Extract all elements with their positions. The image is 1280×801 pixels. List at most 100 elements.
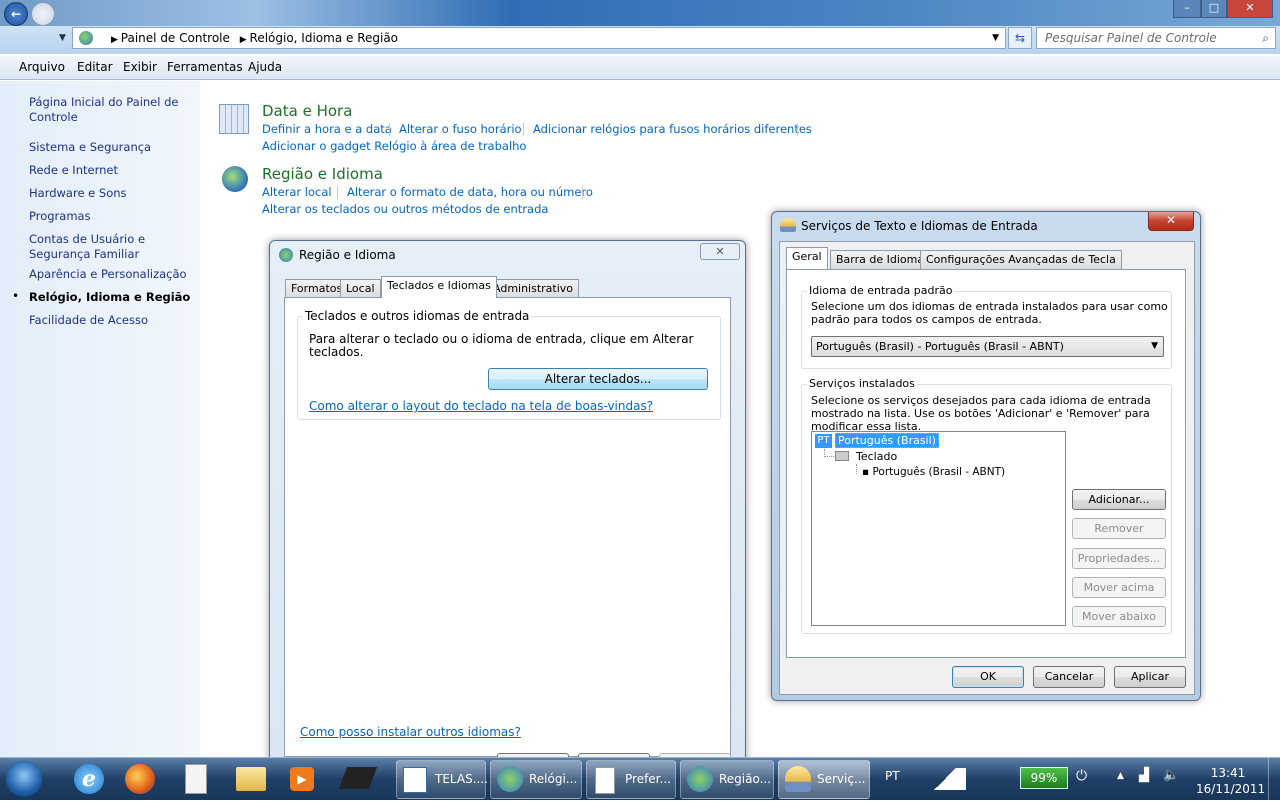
taskbar-label: Relógi... <box>529 772 578 786</box>
word-icon <box>403 767 427 793</box>
taskbar-item-regiao[interactable]: Região... <box>680 760 774 799</box>
language-badge: PT <box>815 434 832 448</box>
calendar-clock-icon <box>219 104 249 134</box>
apply-button[interactable]: Aplicar <box>1114 666 1186 688</box>
layout-label: Português (Brasil - ABNT) <box>872 466 1006 478</box>
welcome-screen-link[interactable]: Como alterar o layout do teclado na tela… <box>309 399 653 413</box>
tab-geral[interactable]: Geral <box>786 247 828 269</box>
document-icon[interactable] <box>185 764 207 794</box>
window-titlebar <box>0 0 1280 26</box>
internet-explorer-icon[interactable]: e <box>74 764 104 794</box>
region-language-heading[interactable]: Região e Idioma <box>262 165 383 183</box>
address-bar[interactable]: ▶ Painel de Controle ▶ Relógio, Idioma e… <box>72 27 1006 49</box>
properties-button[interactable]: Propriedades... <box>1072 548 1166 569</box>
cancel-button[interactable]: Cancelar <box>1033 666 1105 688</box>
add-clocks-link[interactable]: Adicionar relógios para fusos horários d… <box>533 122 812 136</box>
sidebar-item-user-accounts[interactable]: Contas de Usuário e Segurança Familiar <box>29 232 199 262</box>
move-up-button[interactable]: Mover acima <box>1072 577 1166 598</box>
show-desktop-button[interactable] <box>1268 758 1280 801</box>
maximize-button[interactable]: □ <box>1201 0 1227 18</box>
remove-button[interactable]: Remover <box>1072 518 1166 539</box>
close-icon: ✕ <box>715 245 725 258</box>
taskbar-item-preferencias[interactable]: Prefer... <box>586 760 676 799</box>
default-language-select[interactable]: Português (Brasil) - Português (Brasil -… <box>811 336 1164 357</box>
sidebar-item-appearance[interactable]: Aparência e Personalização <box>29 267 199 282</box>
breadcrumb-clock-region[interactable]: Relógio, Idioma e Região <box>250 31 399 45</box>
keyboard-balloon-icon <box>780 218 796 232</box>
region-language-dialog: Região e Idioma ✕ Formatos Local Teclado… <box>269 240 746 775</box>
change-timezone-link[interactable]: Alterar o fuso horário <box>399 122 522 136</box>
address-dropdown-icon[interactable]: ▼ <box>992 28 999 48</box>
minimize-button[interactable]: – <box>1173 0 1201 18</box>
volume-icon[interactable]: 🔈 <box>1163 768 1179 783</box>
change-keyboards-button[interactable]: Alterar teclados... <box>488 368 708 390</box>
language-indicator[interactable]: PT <box>885 769 900 783</box>
taskbar-item-relogio[interactable]: Relógi... <box>490 760 582 799</box>
sidebar-item-home[interactable]: Página Inicial do Painel de Controle <box>29 95 199 125</box>
globe-icon <box>279 248 293 262</box>
tree-item-category[interactable]: Teclado <box>856 450 897 463</box>
menu-arquivo[interactable]: Arquivo <box>19 60 65 74</box>
refresh-button[interactable]: ⇆ <box>1008 27 1032 49</box>
sidebar-item-network[interactable]: Rede e Internet <box>29 163 199 178</box>
close-button[interactable]: ✕ <box>1148 212 1194 231</box>
ok-button[interactable]: OK <box>952 666 1024 688</box>
search-input[interactable]: Pesquisar Painel de Controle ⌕ <box>1036 27 1276 49</box>
explorer-folder-icon[interactable] <box>236 767 266 791</box>
recent-pages-dropdown[interactable]: ▼ <box>59 33 66 43</box>
group-title: Idioma de entrada padrão <box>807 284 955 297</box>
close-button[interactable]: ✕ <box>1227 0 1273 18</box>
install-languages-link[interactable]: Como posso instalar outros idiomas? <box>300 725 521 739</box>
close-button[interactable]: ✕ <box>700 243 740 260</box>
add-button[interactable]: Adicionar... <box>1072 489 1166 510</box>
text-services-dialog: Serviços de Texto e Idiomas de Entrada ✕… <box>771 211 1201 701</box>
default-language-group: Idioma de entrada padrão Selecione um do… <box>801 284 1172 369</box>
add-clock-gadget-link[interactable]: Adicionar o gadget Relógio à área de tra… <box>262 139 526 153</box>
laptop-icon[interactable] <box>338 767 378 789</box>
sidebar-item-accessibility[interactable]: Facilidade de Acesso <box>29 313 199 328</box>
signal-strength-icon[interactable] <box>924 768 966 790</box>
media-player-icon[interactable]: ▶ <box>290 767 314 791</box>
tab-local[interactable]: Local <box>340 279 381 298</box>
show-hidden-icons-button[interactable]: ▲ <box>1117 771 1124 781</box>
menu-exibir[interactable]: Exibir <box>123 60 157 74</box>
forward-button[interactable] <box>31 2 55 26</box>
move-down-button[interactable]: Mover abaixo <box>1072 606 1166 627</box>
tab-administrativo[interactable]: Administrativo <box>487 279 580 298</box>
set-date-time-link[interactable]: Definir a hora e a data <box>262 122 392 136</box>
tree-item-language[interactable]: Português (Brasil) <box>835 433 939 448</box>
clock[interactable]: 13:41 16/11/2011 <box>1196 765 1266 797</box>
network-icon[interactable]: ▟ <box>1139 768 1149 783</box>
tab-formatos[interactable]: Formatos <box>285 279 349 298</box>
search-icon[interactable]: ⌕ <box>1262 28 1269 48</box>
installed-services-description: Selecione os serviços desejados para cad… <box>811 394 1151 433</box>
change-location-link[interactable]: Alterar local <box>262 185 332 199</box>
sidebar-item-system-security[interactable]: Sistema e Segurança <box>29 140 199 155</box>
start-button[interactable] <box>6 761 42 797</box>
tab-configuracoes-avancadas[interactable]: Configurações Avançadas de Tecla <box>920 250 1122 269</box>
sidebar-item-clock-region[interactable]: Relógio, Idioma e Região <box>29 290 199 305</box>
change-keyboards-link[interactable]: Alterar os teclados ou outros métodos de… <box>262 202 548 216</box>
taskbar: e ▶ TELAS.... Relógi... Prefer... Região… <box>0 757 1280 801</box>
tab-teclados-idiomas[interactable]: Teclados e Idiomas <box>381 276 497 298</box>
menu-ferramentas[interactable]: Ferramentas <box>167 60 243 74</box>
services-tree[interactable]: PT Português (Brasil) Teclado ▪ Portuguê… <box>811 431 1066 626</box>
tree-item-layout[interactable]: ▪ Português (Brasil - ABNT) <box>862 466 1005 479</box>
menu-ajuda[interactable]: Ajuda <box>248 60 282 74</box>
firefox-icon[interactable] <box>125 764 155 794</box>
sidebar-item-hardware[interactable]: Hardware e Sons <box>29 186 199 201</box>
date: 16/11/2011 <box>1196 782 1266 796</box>
change-format-link[interactable]: Alterar o formato de data, hora ou númer… <box>347 185 593 199</box>
taskbar-label: Região... <box>719 772 772 786</box>
dialog-title: Região e Idioma <box>299 248 396 262</box>
globe-clock-icon <box>497 766 523 792</box>
taskbar-item-telas[interactable]: TELAS.... <box>396 760 488 799</box>
menu-editar[interactable]: Editar <box>77 60 113 74</box>
sidebar-item-programs[interactable]: Programas <box>29 209 199 224</box>
battery-indicator[interactable]: 99% <box>1020 767 1068 789</box>
taskbar-item-servicos[interactable]: Serviç... <box>778 760 870 799</box>
breadcrumb-control-panel[interactable]: Painel de Controle <box>121 31 230 45</box>
date-time-heading[interactable]: Data e Hora <box>262 102 352 120</box>
document-icon <box>595 767 615 794</box>
back-button[interactable]: ← <box>4 2 28 26</box>
